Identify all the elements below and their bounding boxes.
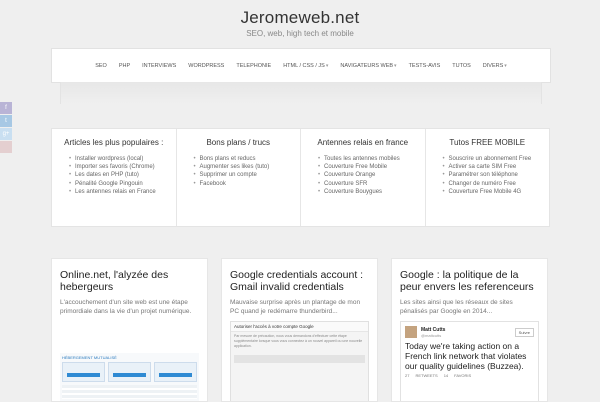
site-tagline: SEO, web, high tech et mobile [246, 29, 354, 38]
widget-title: Bons plans / trucs [206, 138, 271, 147]
post-excerpt: L'accouchement d'un site web est une éta… [60, 299, 192, 315]
favorite-count: 14 [443, 373, 449, 378]
retweet-count: 27 [405, 373, 410, 378]
widget-link[interactable]: Supprimer un compte [194, 171, 301, 179]
follow-button[interactable]: Suivre [514, 327, 534, 337]
widget-link[interactable]: Souscrire un abonnement Free [443, 155, 550, 163]
pricing-card [154, 362, 197, 382]
tweet-text: Today we're taking action on a French li… [405, 341, 527, 371]
tweet-author: Matt Cutts [421, 326, 446, 333]
nav-item-tutos[interactable]: TUTOS [446, 63, 477, 69]
widget-title: Articles les plus populaires : [64, 138, 164, 147]
widget-link[interactable]: Les antennes relais en France [69, 188, 176, 196]
widget-link[interactable]: Changer de numéro Free [443, 180, 550, 188]
thumbnail-bar [234, 355, 365, 363]
widgets-area: Articles les plus populaires : Installer… [51, 128, 550, 227]
comparison-table [62, 385, 197, 399]
post-excerpt: Les sites ainsi que les réseaux de sites… [400, 299, 513, 315]
widget-link[interactable]: Les dates en PHP (tuto) [69, 171, 176, 179]
post-excerpt: Mauvaise surprise après un plantage de m… [230, 299, 361, 315]
post-card[interactable]: Online.net, l'alyzée des hebergeurs L'ac… [51, 258, 208, 402]
widget-link[interactable]: Importer ses favoris (Chrome) [69, 163, 176, 171]
twitter-icon: t [5, 118, 7, 124]
widget-link[interactable]: Activer sa carte SIM Free [443, 163, 550, 171]
post-title[interactable]: Online.net, l'alyzée des hebergeurs [60, 269, 199, 293]
nav-item-html-css-js[interactable]: HTML / CSS / JS▾ [277, 63, 334, 69]
nav-item-tests-avis[interactable]: TESTS-AVIS [403, 63, 447, 69]
avatar [405, 326, 417, 338]
chevron-down-icon: ▾ [394, 62, 397, 69]
facebook-share-button[interactable]: f [0, 102, 12, 114]
favorite-label: FAVORIS [454, 373, 472, 378]
facebook-icon: f [5, 105, 7, 111]
widget-bons-plans: Bons plans / trucs Bons plans et reducs … [177, 129, 301, 226]
nav-item-label: NAVIGATEURS WEB [340, 62, 394, 69]
thumbnail-body: Par mesure de précaution, nous vous dema… [234, 334, 363, 348]
widget-link[interactable]: Couverture SFR [318, 180, 425, 188]
nav-item-interviews[interactable]: INTERVIEWS [136, 63, 182, 69]
widget-link[interactable]: Paramétrer son téléphone [443, 171, 550, 179]
widget-tutos-free: Tutos FREE MOBILE Souscrire un abonnemen… [426, 129, 550, 226]
nav-item-label: HTML / CSS / JS [283, 62, 325, 69]
chevron-down-icon: ▾ [504, 62, 507, 69]
nav-item-wordpress[interactable]: WORDPRESS [182, 63, 230, 69]
post-thumbnail[interactable]: Matt Cutts @mattcutts Suivre Today we're… [400, 321, 539, 401]
widget-title: Tutos FREE MOBILE [449, 138, 526, 147]
nav-shadow [60, 82, 542, 104]
widget-title: Antennes relais en france [317, 138, 409, 147]
tweet-handle: @mattcutts [421, 332, 442, 338]
nav-item-navigateurs[interactable]: NAVIGATEURS WEB▾ [334, 63, 402, 69]
widget-link[interactable]: Bons plans et reducs [194, 155, 301, 163]
google-plus-icon: g+ [2, 131, 10, 137]
widget-link[interactable]: Couverture Bouygues [318, 188, 425, 196]
widget-link[interactable]: Augmenter ses likes (tuto) [194, 163, 301, 171]
chevron-down-icon: ▾ [325, 62, 329, 69]
widget-link[interactable]: Pénalité Google Pingouin [69, 180, 176, 188]
google-plus-share-button[interactable]: g+ [0, 128, 12, 140]
post-card[interactable]: Google credentials account : Gmail inval… [221, 258, 378, 402]
nav-item-php[interactable]: PHP [113, 63, 136, 69]
nav-item-seo[interactable]: SEO [89, 63, 113, 69]
widget-link[interactable]: Couverture Free Mobile 4G [443, 188, 550, 196]
main-navigation: SEO PHP INTERVIEWS WORDPRESS TELEPHONIE … [51, 48, 551, 83]
thumbnail-header: Autoriser l'accès à votre compte Google [231, 322, 368, 332]
post-card[interactable]: Google : la politique de la peur envers … [391, 258, 548, 402]
post-thumbnail[interactable]: Autoriser l'accès à votre compte Google … [230, 321, 369, 401]
nav-item-label: DIVERS [482, 62, 504, 69]
nav-item-divers[interactable]: DIVERS▾ [477, 63, 513, 69]
post-thumbnail[interactable]: HÉBERGEMENT MUTUALISÉ [60, 353, 199, 401]
nav-item-telephonie[interactable]: TELEPHONIE [230, 63, 277, 69]
site-title[interactable]: Jeromeweb.net [0, 8, 600, 28]
post-title[interactable]: Google credentials account : Gmail inval… [230, 269, 369, 293]
widget-link[interactable]: Toutes les antennes mobiles [318, 155, 425, 163]
widget-popular-articles: Articles les plus populaires : Installer… [52, 129, 177, 226]
widget-antennes: Antennes relais en france Toutes les ant… [301, 129, 426, 226]
share-button[interactable] [0, 141, 12, 153]
retweet-label: RETWEETS [415, 373, 438, 378]
widget-link[interactable]: Couverture Free Mobile [318, 163, 425, 171]
pricing-card [62, 362, 105, 382]
widget-link[interactable]: Facebook [194, 180, 301, 188]
pricing-card [108, 362, 151, 382]
thumbnail-header: HÉBERGEMENT MUTUALISÉ [62, 355, 117, 360]
widget-link[interactable]: Installer wordpress (local) [69, 155, 176, 163]
widget-link[interactable]: Couverture Orange [318, 171, 425, 179]
twitter-share-button[interactable]: t [0, 115, 12, 127]
post-title[interactable]: Google : la politique de la peur envers … [400, 269, 539, 293]
